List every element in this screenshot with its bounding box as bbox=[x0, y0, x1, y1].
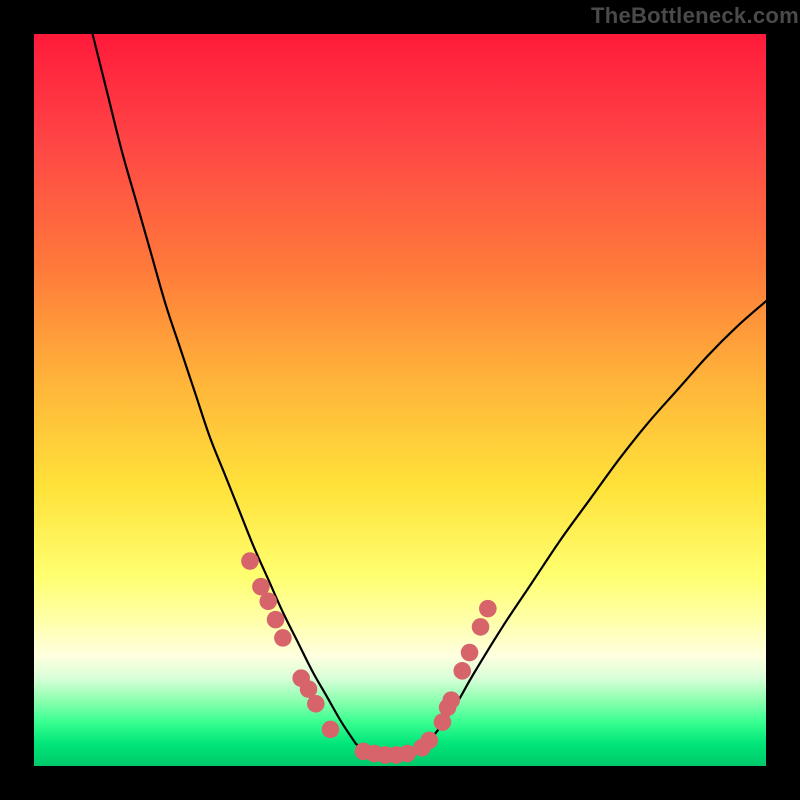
marker-dots bbox=[241, 552, 496, 764]
marker-dot bbox=[322, 721, 340, 739]
marker-dot bbox=[259, 593, 277, 611]
series-bottleneck-right bbox=[415, 301, 766, 753]
marker-dot bbox=[479, 600, 497, 618]
series-paths bbox=[93, 34, 766, 755]
marker-dot bbox=[420, 732, 438, 750]
series-bottleneck-left bbox=[93, 34, 357, 744]
watermark-text: TheBottleneck.com bbox=[591, 3, 799, 29]
marker-dot bbox=[472, 618, 490, 636]
marker-dot bbox=[442, 691, 460, 709]
chart-frame: TheBottleneck.com bbox=[0, 0, 800, 800]
marker-dot bbox=[453, 662, 471, 680]
marker-dot bbox=[241, 552, 259, 570]
plot-area bbox=[34, 34, 766, 766]
marker-dot bbox=[267, 611, 285, 629]
marker-dot bbox=[274, 629, 292, 647]
marker-dot bbox=[461, 644, 479, 662]
marker-dot bbox=[307, 695, 325, 713]
curve-layer bbox=[34, 34, 766, 766]
